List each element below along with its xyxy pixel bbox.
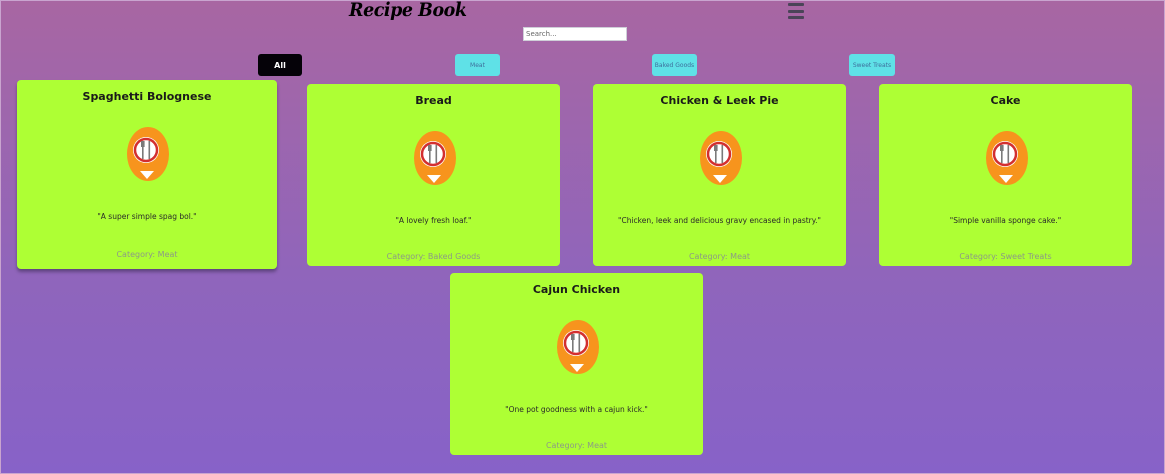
filter-all-button[interactable]: All (258, 54, 302, 76)
recipe-description: "Chicken, leek and delicious gravy encas… (618, 216, 821, 225)
recipe-category: Category: Baked Goods (386, 252, 481, 261)
plate-cutlery-pin-icon (413, 131, 456, 185)
recipe-card-cajun-chicken[interactable]: Cajun Chicken "One pot goodness with a c… (450, 273, 703, 455)
plate-cutlery-pin-icon (699, 131, 742, 185)
recipe-card-spaghetti-bolognese[interactable]: Spaghetti Bolognese "A super simple spag… (17, 80, 277, 269)
recipe-category: Category: Meat (688, 252, 751, 261)
recipe-card-bread[interactable]: Bread "A lovely fresh loaf." Category: B… (307, 84, 560, 266)
recipe-category: Category: Meat (116, 250, 178, 259)
search-input[interactable] (523, 27, 627, 41)
plate-cutlery-pin-icon (127, 127, 169, 181)
recipe-description: "One pot goodness with a cajun kick." (505, 405, 648, 414)
filter-meat-button[interactable]: Meat (455, 54, 500, 76)
hamburger-menu-icon[interactable] (788, 3, 804, 19)
recipe-title: Bread (415, 94, 452, 107)
recipe-title: Cake (990, 94, 1021, 107)
plate-cutlery-pin-icon (556, 320, 599, 374)
recipe-description: "A super simple spag bol." (97, 212, 197, 221)
filter-baked-goods-button[interactable]: Baked Goods (652, 54, 697, 76)
recipe-title: Cajun Chicken (532, 283, 621, 296)
recipe-description: "Simple vanilla sponge cake." (949, 216, 1062, 225)
recipe-card-cake[interactable]: Cake "Simple vanilla sponge cake." Categ… (879, 84, 1132, 266)
recipe-category: Category: Sweet Treats (959, 252, 1052, 261)
recipe-title: Spaghetti Bolognese (82, 90, 212, 103)
filter-sweet-treats-button[interactable]: Sweet Treats (849, 54, 895, 76)
recipe-title: Chicken & Leek Pie (660, 94, 779, 107)
plate-cutlery-pin-icon (985, 131, 1028, 185)
recipe-category: Category: Meat (545, 441, 608, 450)
recipe-description: "A lovely fresh loaf." (395, 216, 472, 225)
app-title: Recipe Book (349, 0, 467, 21)
recipe-card-chicken-leek-pie[interactable]: Chicken & Leek Pie "Chicken, leek and de… (593, 84, 846, 266)
